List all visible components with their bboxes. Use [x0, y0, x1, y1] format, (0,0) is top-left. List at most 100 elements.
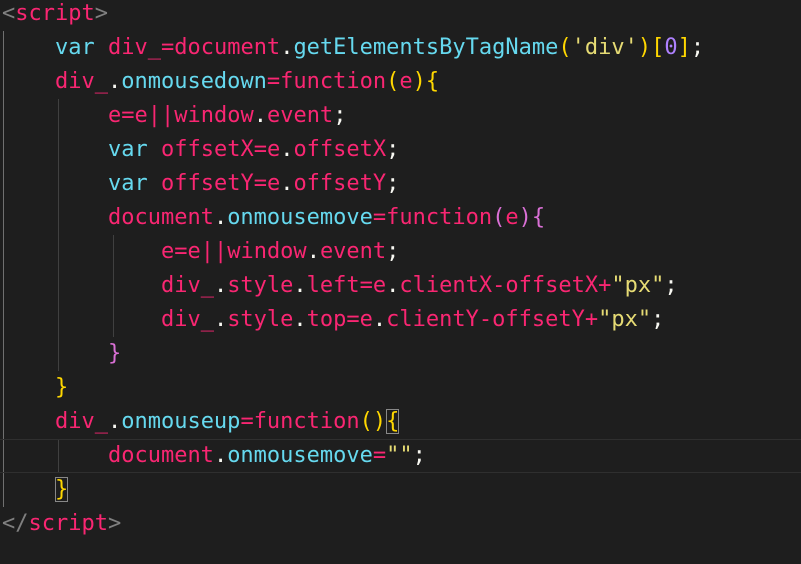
code-token: -	[478, 307, 493, 332]
code-token: (	[492, 205, 506, 230]
code-line[interactable]: div_.style.left=e.clientX-offsetX+"px";	[0, 269, 801, 303]
code-editor[interactable]: <script> var div_=document.getElementsBy…	[0, 0, 801, 564]
code-token: 'div'	[571, 35, 638, 60]
code-token: top	[306, 307, 347, 332]
code-token: =	[160, 35, 175, 60]
code-token: ||	[147, 103, 175, 128]
code-token: div_	[54, 69, 108, 94]
code-token: style	[227, 273, 294, 298]
code-line[interactable]: <script>	[0, 0, 801, 31]
code-token: "px"	[611, 273, 665, 298]
code-token: offsetY	[492, 307, 585, 332]
code-token: .	[293, 273, 307, 298]
code-token: document	[107, 205, 214, 230]
code-line[interactable]: var offsetY=e.offsetY;	[0, 167, 801, 201]
code-token: div_	[54, 409, 108, 434]
code-line[interactable]: div_.onmouseup=function(){	[0, 405, 801, 439]
code-token: .	[253, 103, 267, 128]
code-token: -	[492, 273, 506, 298]
code-token: .	[306, 239, 320, 264]
code-token: +	[584, 307, 599, 332]
code-token: e	[134, 103, 148, 128]
code-token: ||	[200, 239, 228, 264]
code-token: ]	[677, 35, 691, 60]
code-token: }	[107, 341, 122, 366]
code-token: =	[253, 137, 267, 162]
code-token: )	[372, 409, 387, 434]
code-token: =	[174, 239, 188, 264]
code-token: onmousedown	[121, 69, 267, 94]
code-token: }	[54, 477, 69, 502]
code-line[interactable]: var div_=document.getElementsByTagName('…	[0, 31, 801, 65]
code-token: window	[174, 103, 254, 128]
code-token: [	[651, 35, 665, 60]
code-token: (	[386, 69, 400, 94]
code-token: left	[306, 273, 360, 298]
code-token: e	[266, 137, 281, 162]
code-line[interactable]: }	[0, 337, 801, 371]
code-token: {	[531, 205, 546, 230]
code-token: e	[372, 273, 387, 298]
code-token: {	[386, 409, 400, 434]
code-token: e	[160, 239, 175, 264]
code-token: <	[2, 1, 16, 26]
code-token: offsetX	[293, 137, 387, 162]
code-token: ;	[412, 443, 426, 468]
code-token: offsetX	[505, 273, 599, 298]
code-token: =	[346, 307, 360, 332]
code-token: clientX	[399, 273, 493, 298]
code-token: var	[54, 35, 95, 60]
code-token: div_	[160, 273, 214, 298]
code-token: onmousemove	[227, 205, 373, 230]
code-token: e	[266, 171, 281, 196]
code-line[interactable]: }	[0, 371, 801, 405]
code-token: .	[386, 273, 400, 298]
code-token: e	[107, 103, 122, 128]
code-token: .	[280, 137, 294, 162]
code-token: div_	[160, 307, 214, 332]
code-token: =	[266, 69, 281, 94]
code-token: .	[107, 409, 122, 434]
code-token: e	[187, 239, 201, 264]
code-token: offsetY	[293, 171, 387, 196]
code-token: offsetY	[160, 171, 254, 196]
code-line[interactable]: </script>	[0, 507, 801, 541]
code-token: ;	[386, 171, 400, 196]
code-line[interactable]: div_.onmousedown=function(e){	[0, 65, 801, 99]
code-token: +	[598, 273, 612, 298]
code-token: document	[174, 35, 281, 60]
code-line[interactable]: var offsetX=e.offsetX;	[0, 133, 801, 167]
code-token: .	[213, 443, 228, 468]
code-token: ;	[386, 239, 400, 264]
code-token: .	[372, 307, 387, 332]
code-token: =	[253, 171, 267, 196]
code-token: .	[213, 307, 228, 332]
code-line[interactable]: }	[0, 473, 801, 507]
code-line[interactable]: div_.style.top=e.clientY-offsetY+"px";	[0, 303, 801, 337]
code-token: =	[372, 443, 387, 468]
code-token: =	[372, 205, 387, 230]
code-token: e	[359, 307, 373, 332]
code-token: ;	[386, 137, 400, 162]
code-line[interactable]: e=e||window.event;	[0, 235, 801, 269]
code-line[interactable]: document.onmousemove=function(e){	[0, 201, 801, 235]
code-token: )	[412, 69, 426, 94]
current-code-line[interactable]: document.onmousemove="";	[0, 439, 801, 473]
code-token: (	[558, 35, 572, 60]
code-line[interactable]: e=e||window.event;	[0, 99, 801, 133]
code-token: {	[425, 69, 440, 94]
code-token: ;	[333, 103, 347, 128]
